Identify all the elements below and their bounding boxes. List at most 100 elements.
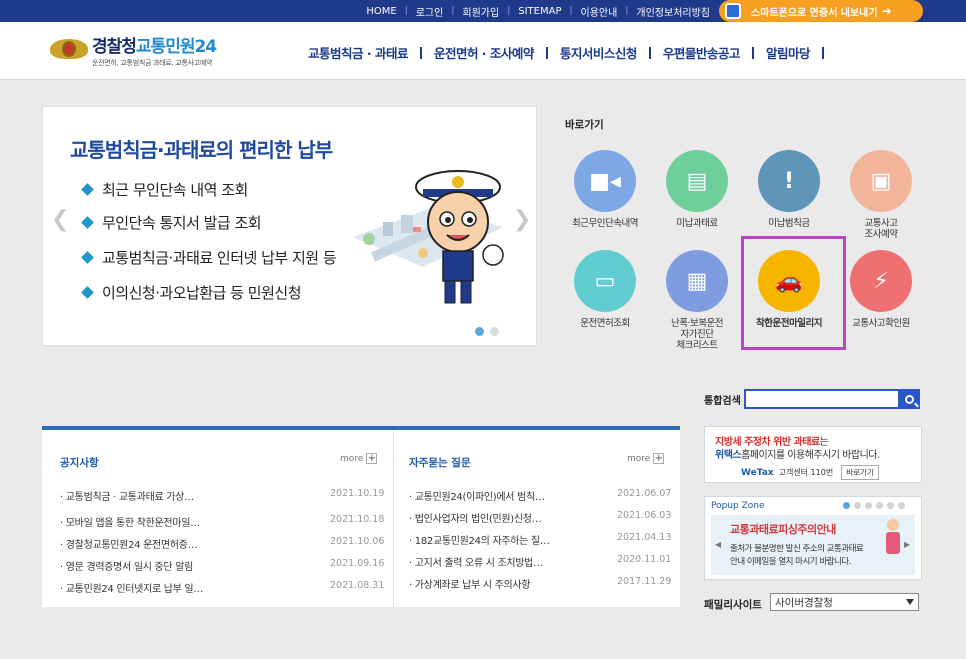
board-panel: 공지사항 more + · 교통범칙금 · 교통과태료 가상… 2021.10.19… (42, 426, 680, 607)
quick-link-unpaid-fines[interactable]: ▤ 미납과태료 (651, 150, 743, 229)
popup-dot[interactable] (854, 502, 861, 509)
quick-link-label: 교통사고확인원 (852, 318, 910, 329)
wetax-center: 고객센터 110번 (778, 468, 834, 477)
popup-dot[interactable] (843, 502, 850, 509)
smartphone-banner-button[interactable]: 스마트폰으로 면증서 내보내기 ➜ (719, 0, 923, 22)
slider-list-item: 무인단속 통지서 발급 조회 (81, 212, 262, 233)
search-input[interactable] (744, 389, 900, 409)
top-utility-bar: HOME | 로그인 | 회원가입 | SITEMAP | 이용안내 | 개인정보처리방침… (0, 0, 966, 22)
notice-row[interactable]: · 교통민원24 인터넷지로 납부 일… 2021.08.31 (60, 580, 384, 595)
quick-link-label: 최근무인단속내역 (572, 218, 638, 229)
slider-title: 교통범칙금·과태료의 편리한 납부 (70, 138, 333, 162)
quick-link-label: 미납범칙금 (768, 218, 810, 229)
quick-link-label: 미납과태료 (676, 218, 718, 229)
util-join-link[interactable]: 회원가입 (454, 4, 507, 19)
plus-icon: + (653, 453, 665, 464)
family-site-selected: 사이버경찰청 (775, 596, 833, 609)
quick-link-license-check[interactable]: ▭ 운전면허조회 (559, 250, 651, 329)
quick-link-accident-reservation[interactable]: ▣ 교통사고 조사예약 (835, 150, 927, 240)
family-site-label: 패밀리사이트 (704, 599, 762, 611)
popup-slide[interactable]: ◂ 교통과태료피싱주의안내 출처가 불분명한 발신 주소의 교통과태료 안내 이… (711, 515, 915, 575)
main-navigation: 교통범칙금 · 과태료 운전면허 · 조사예약 통지서비스신청 우편물반송공고 … (296, 43, 824, 62)
search-icon (905, 394, 914, 404)
notice-title[interactable]: 공지사항 (60, 455, 99, 470)
faq-more-button[interactable]: more + (627, 453, 665, 464)
quick-link-recent-enforcement[interactable]: ■◂ 최근무인단속내역 (559, 150, 651, 229)
popup-dot[interactable] (887, 502, 894, 509)
popup-body-line: 출처가 불분명한 발신 주소의 교통과태료 (730, 544, 864, 554)
diamond-bullet-icon (81, 251, 94, 264)
slider-pagination (475, 327, 505, 336)
highlight-box (741, 236, 846, 350)
search-button[interactable] (899, 389, 920, 409)
notice-row[interactable]: · 모바일 앱을 통한 착한운전마일… 2021.10.18 (60, 514, 384, 529)
diamond-bullet-icon (81, 286, 94, 299)
logo-subtitle: 운전면허, 교통범칙금 과태료, 교통사고예약 (92, 59, 213, 67)
util-guide-link[interactable]: 이용안내 (573, 4, 626, 19)
faq-row[interactable]: · 가상계좌로 납부 시 주의사항 2017.11.29 (409, 576, 671, 591)
faq-row[interactable]: · 법인사업자의 법인(민원)신청… 2021.06.03 (409, 510, 671, 525)
util-home-link[interactable]: HOME (358, 6, 404, 17)
slider-dot-2[interactable] (490, 327, 499, 336)
faq-row[interactable]: · 고지서 출력 오류 시 조치방법… 2020.11.01 (409, 554, 671, 569)
logo-title-service: 교통민원24 (135, 37, 217, 57)
chevron-down-icon (906, 599, 914, 605)
site-header: 경찰청교통민원24 운전면허, 교통범칙금 과태료, 교통사고예약 교통범칙금 … (0, 22, 966, 80)
popup-dot[interactable] (898, 502, 905, 509)
popup-dot[interactable] (876, 502, 883, 509)
popup-prev-arrow-icon[interactable]: ◂ (715, 537, 721, 551)
wetax-banner-text: 홈페이지를 이용해주시기 바랍니다. (741, 450, 880, 461)
quick-link-accident-certificate[interactable]: ⚡ 교통사고확인원 (835, 250, 927, 329)
nav-mail-return[interactable]: 우편물반송공고 (651, 43, 752, 62)
slider-dot-1[interactable] (475, 327, 484, 336)
money-icon: ▤ (666, 150, 728, 212)
popup-zone-title: Popup Zone (711, 501, 765, 511)
faq-row[interactable]: · 182교통민원24의 자주하는 질… 2021.04.13 (409, 532, 671, 547)
faq-board: 자주묻는 질문 more + · 교통민원24(이파인)에서 범칙… 2021.06… (395, 430, 680, 607)
family-site-select[interactable]: 사이버경찰청 (770, 593, 919, 611)
warning-icon: ! (758, 150, 820, 212)
slider-list-item: 이의신청·과오납환급 등 민원신청 (81, 282, 302, 303)
police-emblem-icon (50, 35, 88, 65)
wetax-banner-site: 위택스 (715, 450, 742, 461)
site-logo[interactable]: 경찰청교통민원24 운전면허, 교통범칙금 과태료, 교통사고예약 (50, 32, 217, 68)
util-sitemap-link[interactable]: SITEMAP (510, 6, 569, 17)
util-privacy-link[interactable]: 개인정보처리방침 (628, 4, 718, 19)
diamond-bullet-icon (81, 216, 94, 229)
notice-more-button[interactable]: more + (340, 453, 378, 464)
popup-body-line: 안내 이메일을 열지 마시기 바랍니다. (730, 557, 851, 567)
wetax-logo: WeTax (741, 467, 774, 478)
police-mascot-illustration (415, 170, 504, 304)
quick-link-reckless-driving-checklist[interactable]: ▦ 난폭·보복운전 자가진단 체크리스트 (651, 250, 743, 351)
notice-row[interactable]: · 교통범칙금 · 교통과태료 가상… 2021.10.19 (60, 488, 384, 503)
nav-notification[interactable]: 통지서비스신청 (548, 43, 649, 62)
slider-next-arrow-icon[interactable]: ❯ (513, 207, 531, 232)
quick-link-label: 교통사고 조사예약 (864, 218, 898, 240)
slider-prev-arrow-icon[interactable]: ❮ (51, 207, 69, 232)
popup-next-arrow-icon[interactable]: ▸ (904, 537, 910, 551)
diamond-bullet-icon (81, 183, 94, 196)
notice-row[interactable]: · 영문 경력증명서 일시 중단 알림 2021.09.16 (60, 558, 384, 573)
wetax-go-button[interactable]: 바로가기 (841, 465, 879, 480)
wetax-banner[interactable]: 지방세 주정차 위반 과태료는 위택스홈페이지를 이용해주시기 바랍니다. We… (704, 426, 922, 483)
quick-link-unpaid-penalty[interactable]: ! 미납범칙금 (743, 150, 835, 229)
logo-title-main: 경찰청 (92, 37, 137, 57)
camera-icon: ■◂ (574, 150, 636, 212)
nav-notice[interactable]: 알림마당 (754, 43, 822, 62)
smartphone-icon (725, 3, 741, 19)
popup-dot[interactable] (865, 502, 872, 509)
nav-fines[interactable]: 교통범칙금 · 과태료 (296, 43, 420, 62)
notice-board: 공지사항 more + · 교통범칙금 · 교통과태료 가상… 2021.10.19… (42, 430, 394, 607)
arrow-right-icon: ➜ (881, 4, 892, 18)
faq-row[interactable]: · 교통민원24(이파인)에서 범칙… 2021.06.07 (409, 488, 671, 503)
notice-row[interactable]: · 경찰청교통민원24 운전면허증… 2021.10.06 (60, 536, 384, 551)
quick-link-label: 난폭·보복운전 자가진단 체크리스트 (671, 318, 723, 351)
faq-title[interactable]: 자주묻는 질문 (409, 455, 471, 470)
util-login-link[interactable]: 로그인 (408, 4, 452, 19)
slider-list-item: 최근 무인단속 내역 조회 (81, 179, 248, 200)
monitor-icon: ▣ (850, 150, 912, 212)
smartphone-banner-label: 스마트폰으로 면증서 내보내기 (751, 7, 878, 19)
checklist-icon: ▦ (666, 250, 728, 312)
slider-list-item: 교통범칙금·과태료 인터넷 납부 지원 등 (81, 247, 337, 268)
nav-license[interactable]: 운전면허 · 조사예약 (422, 43, 546, 62)
